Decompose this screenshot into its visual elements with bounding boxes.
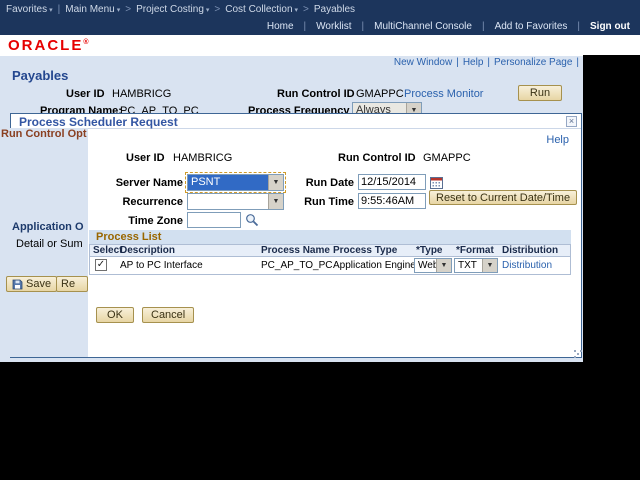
breadcrumb-item-main-menu[interactable]: Main Menu▾ [65,4,120,15]
dialog-run-control-id-value: GMAPPC [423,152,471,164]
time-zone-input[interactable] [187,212,241,228]
row-distribution-link[interactable]: Distribution [502,260,552,271]
dialog-user-id-value: HAMBRICG [173,152,232,164]
col-process-type: Process Type [333,245,397,257]
new-window-link[interactable]: New Window [394,57,452,68]
multichannel-console-link[interactable]: MultiChannel Console [374,21,472,32]
chevron-down-icon: ▾ [49,7,53,14]
col-description: Description [120,245,175,257]
save-disk-icon [12,279,23,290]
sign-out-link[interactable]: Sign out [590,21,630,32]
dialog-run-control-id-label: Run Control ID [338,152,416,164]
select-arrow-icon: ▼ [268,175,283,190]
process-list-section: Process List [89,230,571,244]
separator: | [304,21,307,32]
brand-bar: ORACLE® [0,35,640,56]
row-process-type: Application Engine [333,260,416,271]
time-zone-label: Time Zone [101,215,183,227]
dialog-help-link[interactable]: Help [546,134,569,146]
dialog-title-bar: Process Scheduler Request × [11,114,581,129]
lookup-magnifier-icon[interactable] [245,213,259,227]
col-type: *Type [416,245,443,257]
run-time-label: Run Time [296,196,354,208]
dialog-user-id-label: User ID [126,152,165,164]
grid-header-row: Select Description Process Name Process … [90,245,570,257]
utility-bar: Home | Worklist | MultiChannel Console |… [0,18,640,35]
col-process-name: Process Name [261,245,330,257]
server-name-select[interactable]: PSNT ▼ [187,174,284,191]
select-arrow-icon: ▼ [268,194,283,209]
calendar-icon[interactable] [430,176,443,189]
ok-button[interactable]: OK [96,307,134,323]
table-row: ✓ AP to PC Interface PC_AP_TO_PC Applica… [90,257,570,274]
help-link[interactable]: Help [463,57,484,68]
breadcrumb-chevron: > [125,4,131,15]
run-date-input[interactable]: 12/15/2014 [358,174,426,190]
server-name-label: Server Name [101,177,183,189]
check-icon: ✓ [97,259,105,270]
run-control-id-label: Run Control ID [277,88,355,100]
separator: | [577,21,580,32]
registered-mark-icon: ® [83,39,90,46]
separator: | [576,57,579,68]
run-button[interactable]: Run [518,85,562,101]
letterbox-bottom [0,362,640,480]
return-to-search-button-fragment[interactable]: Re [56,276,88,292]
page-toolbar: New Window | Help | Personalize Page | [394,57,579,68]
run-date-label: Run Date [296,177,354,189]
row-description: AP to PC Interface [120,260,203,271]
cancel-button[interactable]: Cancel [142,307,194,323]
breadcrumb-item-project-costing[interactable]: Project Costing▾ [136,4,209,15]
separator: | [482,21,485,32]
select-arrow-icon: ▼ [436,259,451,272]
recurrence-select[interactable]: ▼ [187,193,284,210]
screen: Favorites▾ | Main Menu▾ > Project Costin… [0,0,640,480]
row-type-select[interactable]: Web ▼ [414,258,452,273]
add-to-favorites-link[interactable]: Add to Favorites [495,21,568,32]
worklist-link[interactable]: Worklist [316,21,351,32]
col-select: Select [93,245,122,257]
close-icon[interactable]: × [566,116,577,127]
run-control-options-text: Run Control Opti [1,128,87,140]
col-format: *Format [456,245,494,257]
user-id-value: HAMBRICG [112,88,171,100]
breadcrumb-item-favorites[interactable]: Favorites▾ [6,4,53,15]
save-button[interactable]: Save [6,276,57,292]
select-checkbox[interactable]: ✓ [95,259,107,271]
col-distribution: Distribution [502,245,558,257]
oracle-logo: ORACLE® [8,37,91,54]
breadcrumb-separator: | [58,4,61,15]
process-scheduler-request-dialog: Process Scheduler Request × Help User ID… [10,113,582,358]
page-title: Payables [12,68,68,83]
home-link[interactable]: Home [267,21,294,32]
row-format-select[interactable]: TXT ▼ [454,258,498,273]
process-list-grid: Select Description Process Name Process … [89,244,571,275]
reset-date-time-button[interactable]: Reset to Current Date/Time [429,190,577,205]
run-time-input[interactable]: 9:55:46AM [358,193,426,209]
resize-grip[interactable] [574,350,576,352]
separator: | [487,57,490,68]
application-options-text: Application O [12,221,84,233]
breadcrumb-item-cost-collection[interactable]: Cost Collection▾ [225,4,298,15]
process-list-title: Process List [96,231,161,243]
breadcrumb-item-payables[interactable]: Payables [314,4,355,15]
personalize-page-link[interactable]: Personalize Page [494,57,572,68]
select-arrow-icon: ▼ [482,259,497,272]
breadcrumb-chevron: > [214,4,220,15]
chevron-down-icon: ▾ [206,7,210,14]
dialog-title: Process Scheduler Request [19,115,178,129]
breadcrumb-chevron: > [303,4,309,15]
process-monitor-link[interactable]: Process Monitor [404,88,483,100]
detail-or-summary-text: Detail or Sum [16,238,83,250]
recurrence-label: Recurrence [101,196,183,208]
run-control-id-value: GMAPPC [356,88,404,100]
separator: | [362,21,365,32]
chevron-down-icon: ▾ [117,7,121,14]
separator: | [456,57,459,68]
chevron-down-icon: ▾ [295,7,299,14]
breadcrumb-bar: Favorites▾ | Main Menu▾ > Project Costin… [0,0,640,18]
row-process-name: PC_AP_TO_PC [261,260,333,271]
user-id-label: User ID [66,88,105,100]
